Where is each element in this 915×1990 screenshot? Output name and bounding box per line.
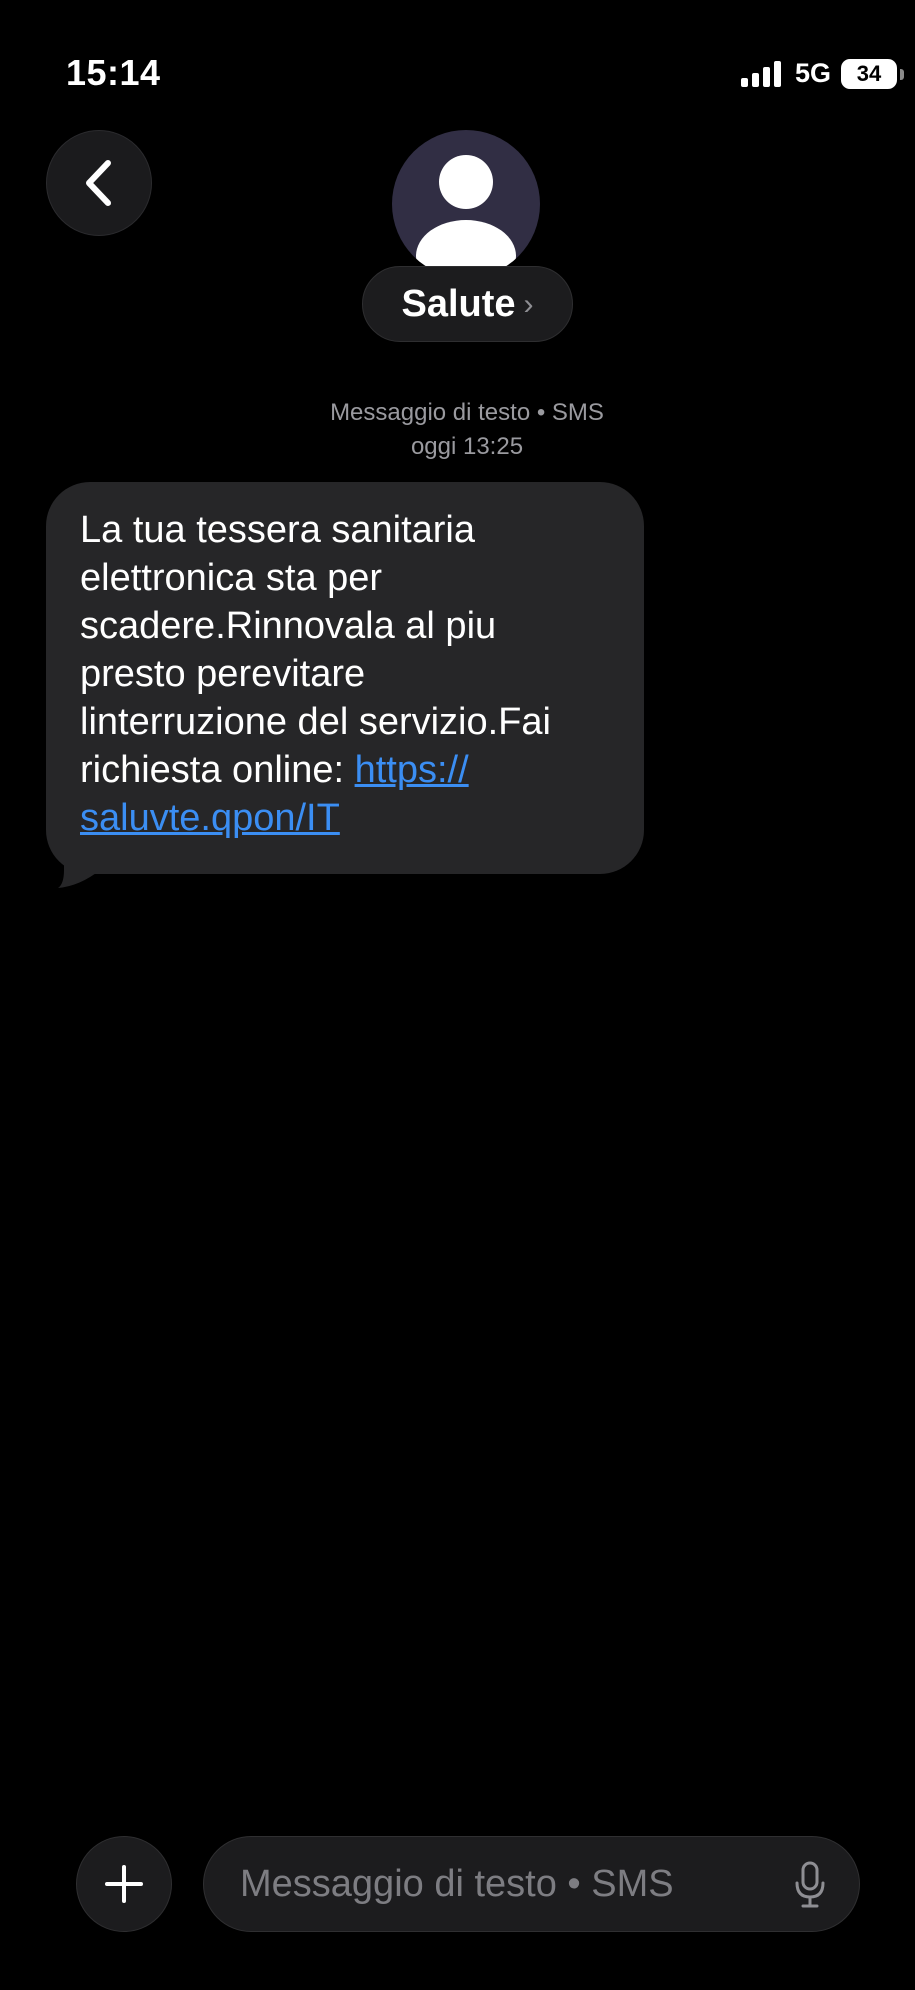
status-time: 15:14: [66, 52, 161, 93]
incoming-message-bubble[interactable]: La tua tessera sanitaria elettronica sta…: [46, 482, 644, 874]
message-link[interactable]: https://: [355, 749, 469, 791]
message-text: La tua tessera sanitaria elettronica sta…: [80, 509, 551, 791]
message-link-continued[interactable]: saluvte.qpon/IT: [80, 797, 340, 839]
message-timestamp: oggi 13:25: [410, 433, 524, 460]
person-icon: [416, 155, 516, 278]
battery-cap: [900, 68, 904, 80]
status-indicators: 5G 34: [740, 58, 904, 89]
plus-icon: [105, 1865, 143, 1903]
contact-name-button[interactable]: Salute ›: [362, 266, 573, 342]
message-input[interactable]: [240, 1837, 760, 1931]
contact-avatar[interactable]: [392, 130, 540, 278]
message-type-label: Messaggio di testo • SMS: [330, 399, 604, 426]
chevron-right-icon: ›: [523, 288, 534, 321]
microphone-icon[interactable]: [793, 1861, 827, 1909]
cellular-signal-icon: [740, 60, 781, 87]
message-composer[interactable]: [203, 1836, 860, 1932]
battery-icon: 34: [841, 58, 904, 89]
chevron-left-icon: [86, 160, 111, 206]
network-type: 5G: [794, 58, 831, 88]
contact-name: Salute: [401, 282, 516, 325]
message-body: La tua tessera sanitaria elettronica sta…: [80, 506, 614, 842]
back-button[interactable]: [46, 130, 152, 236]
add-attachment-button[interactable]: [76, 1836, 172, 1932]
battery-level: 34: [856, 60, 882, 86]
messages-screen: 15:14 5G 34 Salute › Messaggio di testo …: [0, 0, 915, 1990]
bubble-tail: [58, 850, 100, 888]
